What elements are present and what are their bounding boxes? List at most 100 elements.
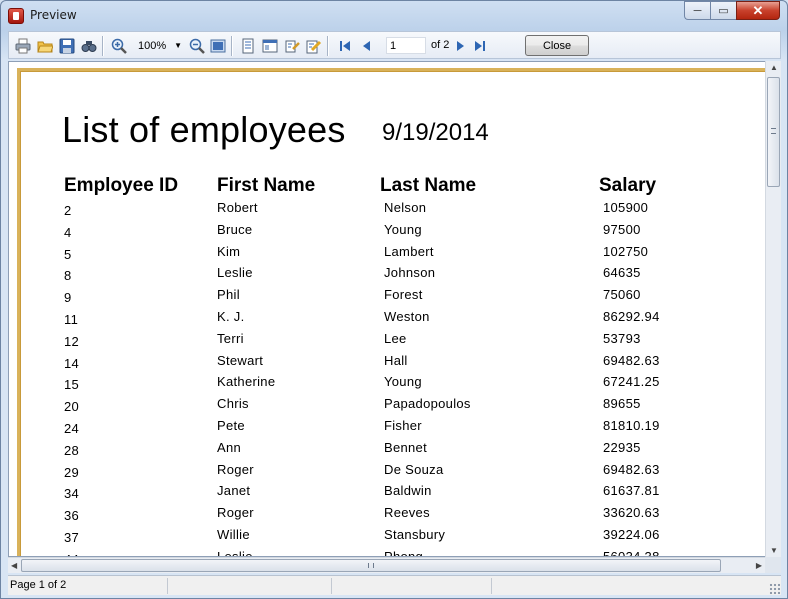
- print-icon[interactable]: [14, 37, 31, 54]
- cell-salary: 97500: [603, 221, 641, 237]
- minimize-button[interactable]: ─: [684, 1, 710, 20]
- cell-first-name: Bruce: [217, 221, 253, 237]
- cell-employee-id: 24: [64, 421, 80, 436]
- scroll-left-icon[interactable]: ◀: [11, 561, 17, 570]
- header-employee-id: Employee ID: [64, 175, 179, 196]
- report-preview[interactable]: List of employees 9/19/2014 Employee ID …: [8, 61, 781, 557]
- table-row: 29 Roger De Souza 69482.63: [20, 462, 760, 484]
- app-icon: [8, 8, 24, 24]
- first-page-icon[interactable]: [336, 37, 353, 54]
- table-row: 4 Bruce Young 97500: [20, 222, 760, 244]
- cell-last-name: Reeves: [384, 505, 430, 521]
- design-icon[interactable]: [283, 37, 300, 54]
- cell-salary: 64635: [603, 265, 641, 281]
- save-icon[interactable]: [58, 37, 75, 54]
- page-count-label: of 2: [431, 39, 450, 51]
- cell-last-name: Weston: [384, 309, 430, 324]
- page-number-input[interactable]: [386, 37, 426, 54]
- close-button[interactable]: Close: [525, 35, 589, 56]
- cell-first-name: Kim: [217, 243, 241, 259]
- cell-employee-id: 34: [64, 486, 80, 502]
- table-row: 14 Stewart Hall 69482.63: [20, 353, 760, 375]
- cell-first-name: Pete: [217, 418, 245, 433]
- find-icon[interactable]: [80, 37, 97, 54]
- resize-grip[interactable]: [769, 583, 780, 594]
- cell-first-name: Katherine: [217, 374, 276, 390]
- cell-first-name: Roger: [217, 505, 254, 521]
- cell-last-name: Phong: [384, 548, 424, 557]
- cell-salary: 33620.63: [603, 505, 660, 521]
- scroll-up-icon[interactable]: ▲: [770, 63, 778, 72]
- close-window-button[interactable]: ✕: [736, 1, 780, 20]
- vertical-scrollbar[interactable]: ▲ ▼: [765, 61, 781, 557]
- vertical-scroll-thumb[interactable]: [767, 77, 780, 187]
- scroll-right-icon[interactable]: ▶: [756, 561, 762, 570]
- toolbar-separator: [327, 36, 328, 56]
- chevron-down-icon: ▼: [174, 41, 182, 50]
- edit-icon[interactable]: [305, 37, 322, 54]
- scroll-down-icon[interactable]: ▼: [770, 546, 778, 555]
- zoom-in-icon[interactable]: [110, 37, 127, 54]
- prev-page-icon[interactable]: [358, 37, 375, 54]
- scrollbar-corner: [765, 557, 781, 573]
- cell-first-name: K. J.: [217, 309, 245, 324]
- next-page-icon[interactable]: [451, 37, 468, 54]
- cell-salary: 69482.63: [603, 352, 660, 368]
- table-row: 34 Janet Baldwin 61637.81: [20, 483, 760, 505]
- table-row: 8 Leslie Johnson 64635: [20, 265, 760, 287]
- cell-employee-id: 37: [64, 530, 80, 545]
- table-row: 44LesliePhong56034.38: [20, 548, 760, 557]
- cell-last-name: Forest: [384, 287, 423, 303]
- cell-first-name: Phil: [217, 287, 240, 303]
- last-page-icon[interactable]: [471, 37, 488, 54]
- cell-salary: 81810.19: [603, 418, 660, 433]
- cell-first-name: Roger: [217, 461, 254, 477]
- toolbar: 100% ▼ 1 of 2 Close: [8, 31, 781, 59]
- header-salary: Salary: [599, 175, 657, 196]
- report-date: 9/19/2014: [382, 119, 489, 146]
- horizontal-scroll-thumb[interactable]: [21, 559, 721, 572]
- zoom-value: 100%: [138, 40, 167, 52]
- cell-last-name: Johnson: [384, 265, 436, 281]
- cell-first-name: Stewart: [217, 352, 264, 368]
- table-row: 28 Ann Bennet 22935: [20, 440, 760, 462]
- cell-last-name: Nelson: [384, 200, 427, 215]
- open-icon[interactable]: [36, 37, 53, 54]
- cell-employee-id: 28: [64, 442, 80, 458]
- cell-last-name: Young: [384, 221, 422, 237]
- cell-first-name: Ann: [217, 439, 242, 455]
- window-title: Preview: [30, 8, 77, 22]
- table-row: 11 K. J. Weston 86292.94: [20, 309, 760, 331]
- cell-salary: 86292.94: [603, 309, 660, 324]
- cell-salary: 56034.38: [603, 548, 660, 557]
- cell-salary: 102750: [603, 243, 649, 259]
- whole-page-icon[interactable]: [209, 37, 226, 54]
- cell-first-name: Willie: [217, 527, 250, 542]
- cell-salary: 61637.81: [603, 483, 660, 499]
- horizontal-scrollbar[interactable]: ◀ ▶: [8, 557, 765, 573]
- cell-employee-id: 11: [64, 312, 79, 327]
- status-divider: [491, 578, 492, 594]
- zoom-select[interactable]: 100% ▼: [137, 38, 183, 54]
- table-row: 24 Pete Fisher 81810.19: [20, 418, 760, 440]
- cell-employee-id: 36: [64, 508, 80, 524]
- cell-employee-id: 4: [64, 224, 72, 240]
- cell-employee-id: 2: [64, 203, 72, 218]
- cell-salary: 89655: [603, 396, 641, 412]
- maximize-button[interactable]: ▭: [710, 1, 736, 20]
- status-page-info: Page 1 of 2: [10, 579, 67, 591]
- cell-first-name: Janet: [217, 483, 251, 499]
- cell-last-name: Baldwin: [384, 483, 432, 499]
- report-title: List of employees: [62, 109, 346, 150]
- cell-salary: 39224.06: [603, 527, 660, 542]
- cell-employee-id: 20: [64, 399, 80, 415]
- page-setup-icon[interactable]: [261, 37, 278, 54]
- status-divider: [167, 578, 168, 594]
- cell-employee-id: 9: [64, 290, 72, 306]
- table-row: 15 Katherine Young 67241.25: [20, 374, 760, 396]
- page-width-icon[interactable]: [239, 37, 256, 54]
- cell-last-name: Young: [384, 374, 422, 390]
- cell-salary: 22935: [603, 439, 641, 455]
- report-page: List of employees 9/19/2014 Employee ID …: [17, 68, 768, 557]
- zoom-out-icon[interactable]: [188, 37, 205, 54]
